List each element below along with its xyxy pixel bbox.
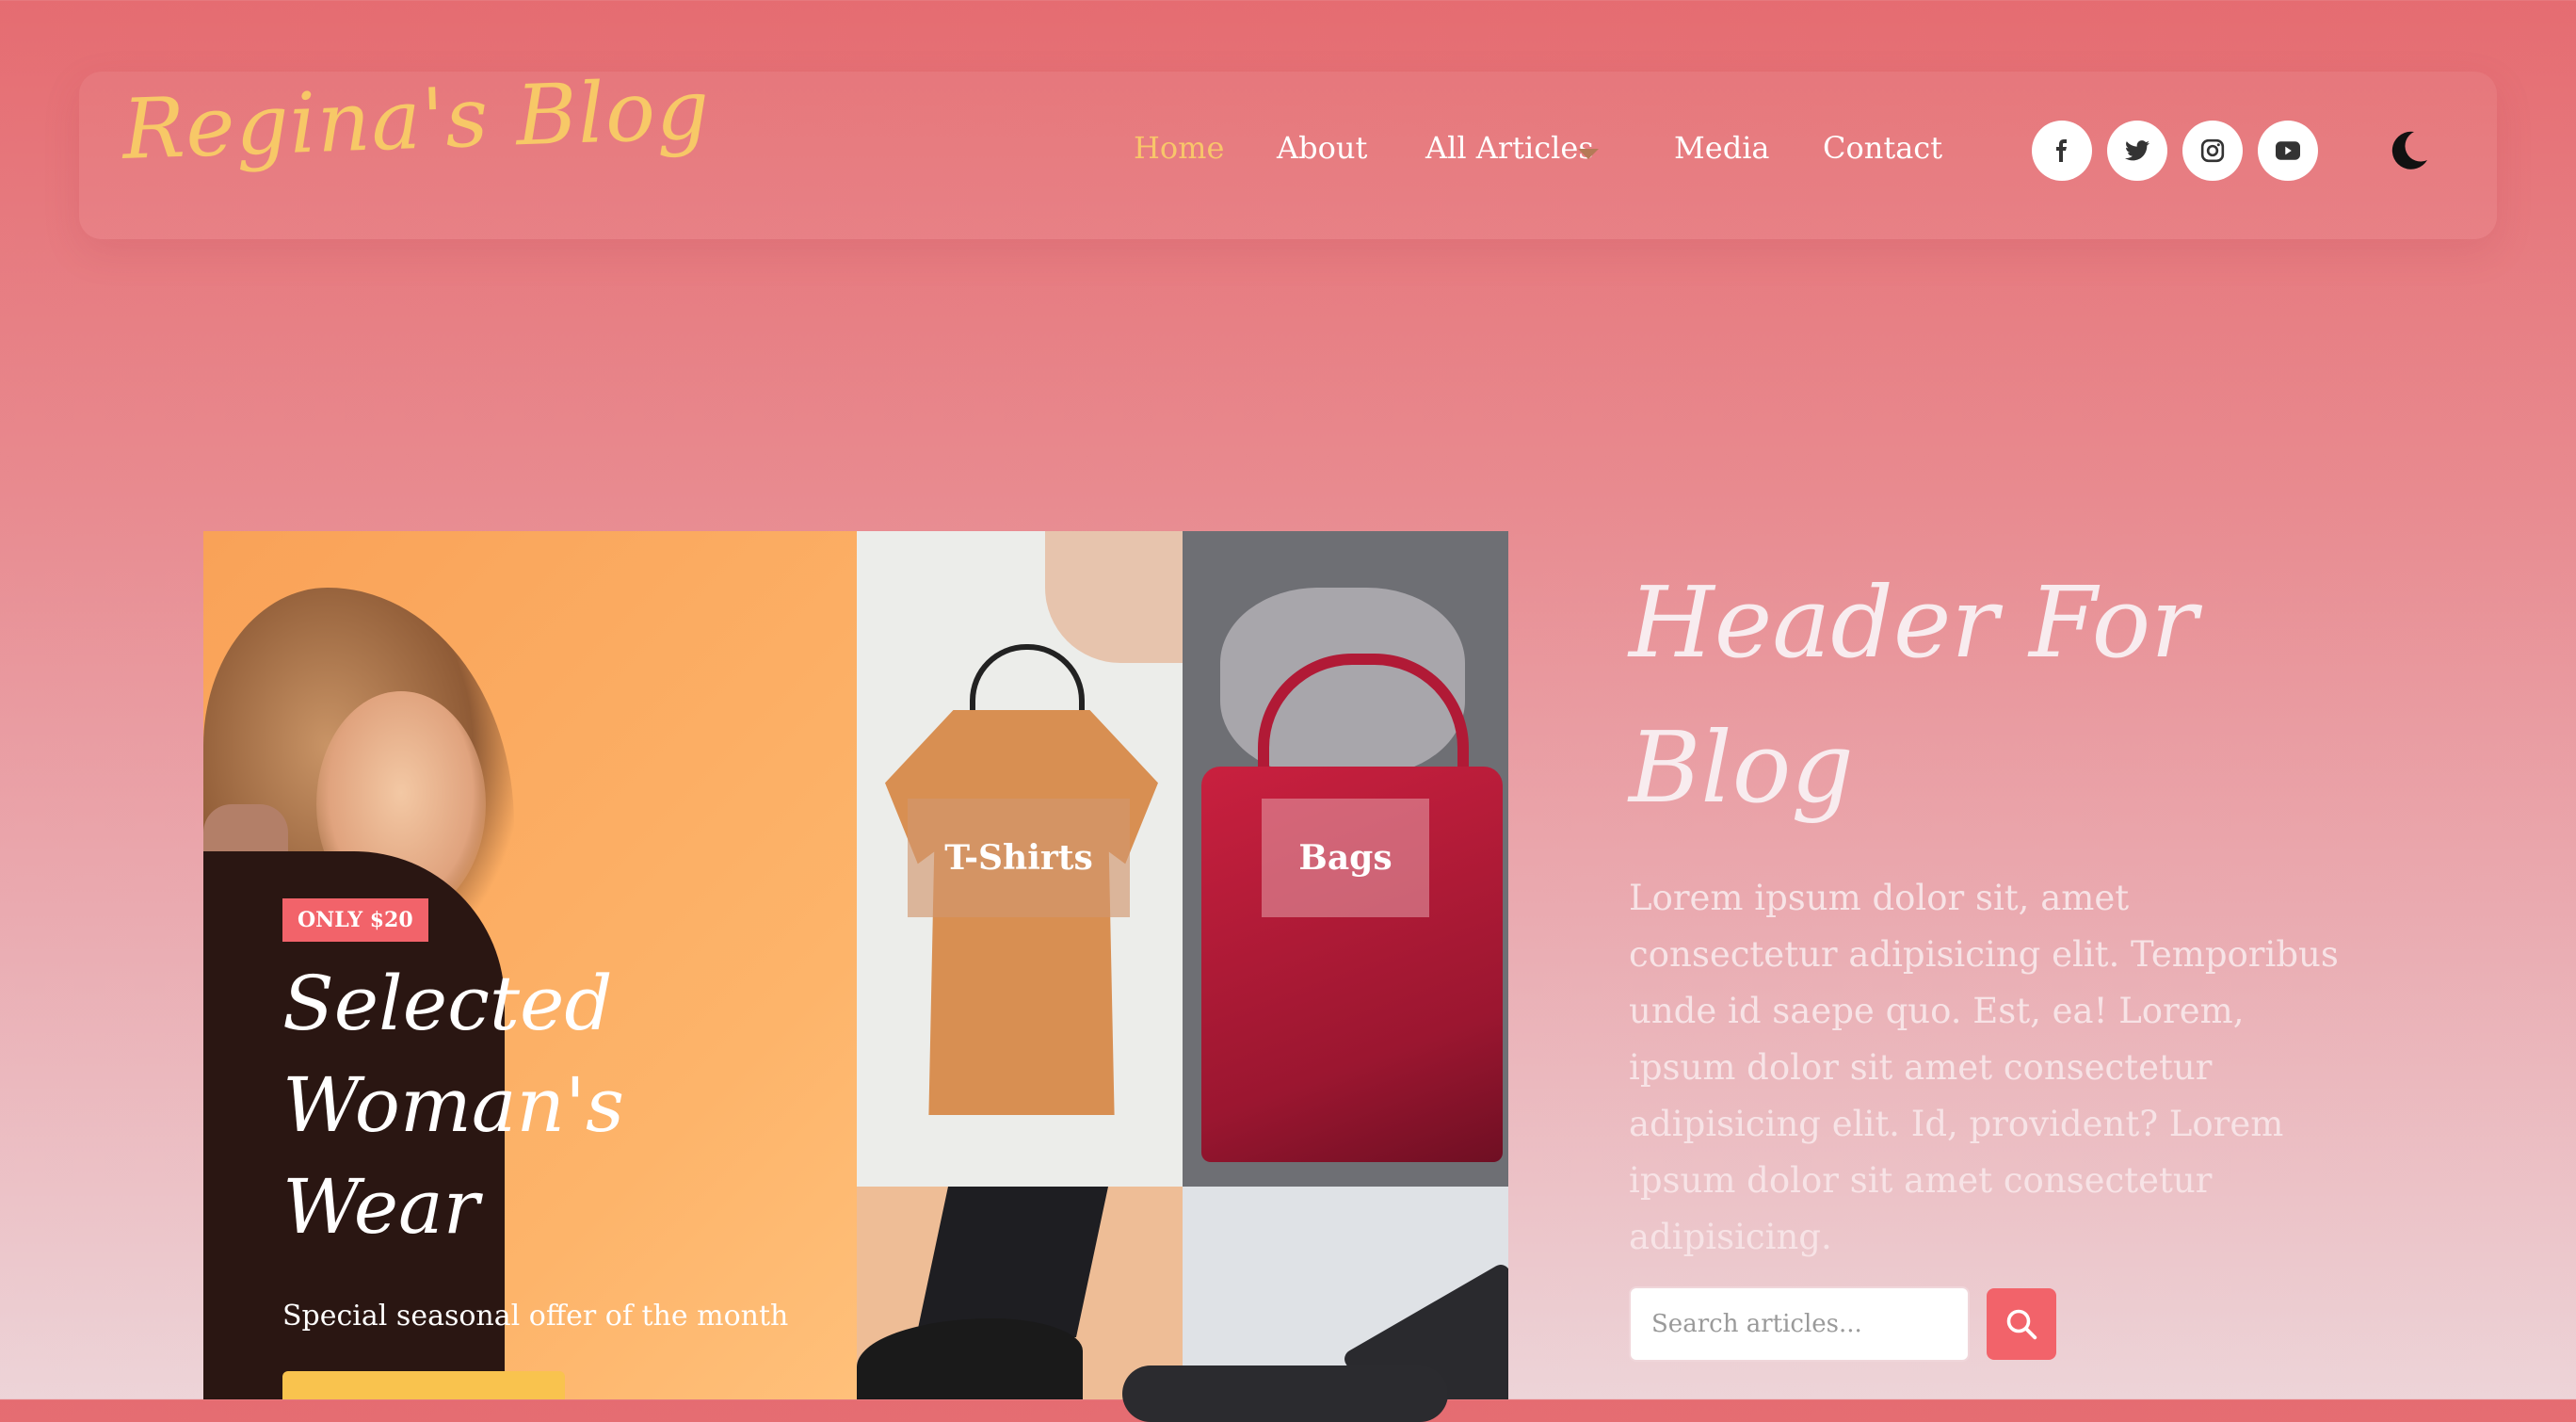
category-tile-bags[interactable]: Bags [1183,531,1508,1187]
hero-text: Lorem ipsum dolor sit, amet consectetur … [1629,878,2339,1257]
tshirt-image-arm [1045,531,1183,663]
search-button[interactable] [1987,1288,2056,1360]
chevron-down-icon[interactable] [1578,149,1599,159]
nav-all-articles[interactable]: All Articles [1425,130,1594,166]
promo-card[interactable]: ONLY $20 Selected Woman's Wear Special s… [203,531,857,1399]
site-logo[interactable]: Regina's Blog [121,60,712,178]
nav-contact[interactable]: Contact [1823,130,1942,166]
nav-home[interactable]: Home [1134,130,1224,166]
category-tile-tshirts[interactable]: T-Shirts [857,531,1183,1187]
shoes-image [857,1318,1083,1399]
hero-title: Header For Blog [1629,565,2198,825]
category-label-tshirts[interactable]: T-Shirts [908,799,1130,917]
search-icon [2006,1309,2037,1340]
floating-toolbar[interactable] [1122,1365,1448,1422]
moon-icon[interactable] [2386,128,2431,173]
youtube-icon[interactable] [2258,121,2318,181]
nav-media[interactable]: Media [1674,130,1770,166]
shoes-image-pants [915,1187,1109,1337]
price-badge: ONLY $20 [282,898,428,942]
category-label-bags[interactable]: Bags [1262,799,1429,917]
promo-subtitle: Special seasonal offer of the month [282,1300,789,1333]
nav-about[interactable]: About [1277,130,1367,166]
category-tile-shoes[interactable] [857,1187,1183,1399]
search-input[interactable] [1629,1286,1970,1362]
instagram-icon[interactable] [2182,121,2243,181]
promo-title: Selected Woman's Wear [282,960,625,1251]
twitter-icon[interactable] [2107,121,2167,181]
facebook-icon[interactable] [2032,121,2092,181]
promo-button[interactable] [282,1371,565,1399]
